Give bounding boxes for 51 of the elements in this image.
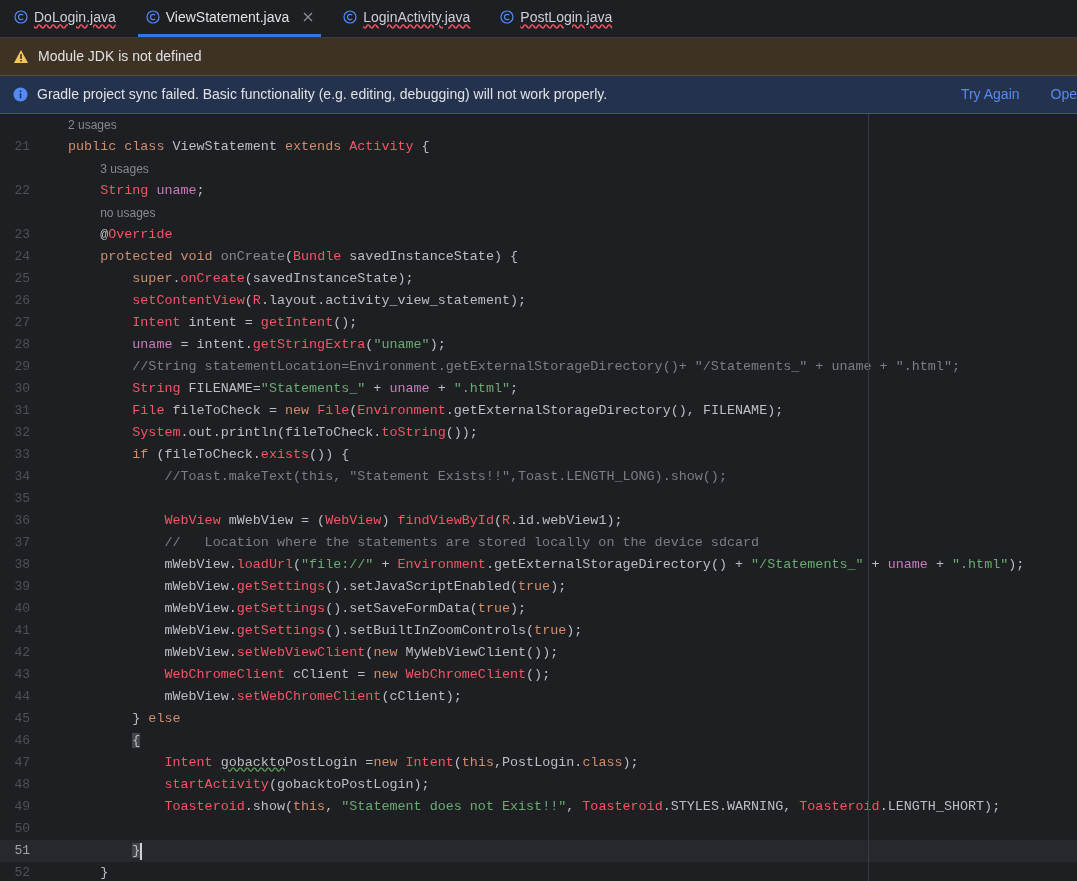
code-line: File fileToCheck = new File(Environment.getExternalStorageDirectory(), FILENAME); <box>131 401 784 420</box>
code-line: uname = intent.getStringExtra("uname"); <box>131 335 446 354</box>
code-line: setContentView(R.layout.activity_view_statement); <box>131 291 527 310</box>
class-icon <box>500 10 515 24</box>
code-line: } else <box>131 709 181 728</box>
code-line: startActivity(gobacktoPostLogin); <box>163 775 430 794</box>
code-line: String uname; <box>99 181 205 200</box>
code-line: //Toast.makeText(this, "Statement Exists!!",Toast.LENGTH_LONG).show(); <box>163 467 727 486</box>
usage-hint[interactable]: 3 usages <box>100 160 149 178</box>
code-line: mWebView.setWebChromeClient(cClient); <box>163 687 462 706</box>
editor-tab[interactable]: LoginActivity.java <box>335 0 479 37</box>
warning-icon <box>13 49 29 64</box>
code-line: mWebView.getSettings().setJavaScriptEnabled(true); <box>163 577 567 596</box>
code-line: if (fileToCheck.exists()) { <box>131 445 350 464</box>
code-line: //String statementLocation=Environment.getExternalStorageDirectory()+ "/Statements_" + uname + ".html"; <box>131 357 960 376</box>
close-icon[interactable] <box>303 12 314 22</box>
banner-message: Module JDK is not defined <box>38 47 202 66</box>
code-line: } <box>99 863 109 881</box>
class-icon <box>145 10 160 24</box>
code-line: String FILENAME="Statements_" + uname + ".html"; <box>131 379 519 398</box>
code-line: // Location where the statements are stored locally on the device sdcard <box>163 533 760 552</box>
code-line: Intent gobacktoPostLogin =new Intent(this,PostLogin.class); <box>163 753 639 772</box>
tab-label: PostLogin.java <box>520 7 613 27</box>
usage-hint[interactable]: 2 usages <box>68 116 117 134</box>
tab-label: DoLogin.java <box>34 7 116 27</box>
tab-label: LoginActivity.java <box>363 7 471 27</box>
class-icon <box>343 10 358 24</box>
editor-tab[interactable]: DoLogin.java <box>6 0 124 37</box>
editor-tab[interactable]: PostLogin.java <box>492 0 621 37</box>
usage-hint[interactable]: no usages <box>100 204 156 222</box>
code-line: public class ViewStatement extends Activity { <box>68 137 430 156</box>
code-line: mWebView.getSettings().setSaveFormData(true); <box>163 599 527 618</box>
code-line: mWebView.loadUrl("file://" + Environment.getExternalStorageDirectory() + "/Statements_" + uname + ".html"); <box>163 555 1025 574</box>
info-icon <box>13 87 28 102</box>
tab-label: ViewStatement.java <box>165 7 290 27</box>
code-line: @Override <box>99 225 173 244</box>
class-icon <box>14 10 28 24</box>
code-line: System.out.println(fileToCheck.toString()); <box>131 423 478 442</box>
banner-message: Gradle project sync failed. Basic functionality (e.g. editing, debugging) will not work properly. <box>37 85 608 104</box>
code-line: WebView mWebView = (WebView) findViewById(R.id.webView1); <box>163 511 623 530</box>
banner-link[interactable]: Ope <box>1050 84 1077 105</box>
code-line: mWebView.getSettings().setBuiltInZoomControls(true); <box>163 621 583 640</box>
banner-link[interactable]: Try Again <box>960 84 1020 105</box>
code-line: Toasteroid.show(this, "Statement does not Exist!!", Toasteroid.STYLES.WARNING, Toasteroid.LENGTH_SHORT); <box>163 797 1001 816</box>
line-number: 51 <box>13 842 30 861</box>
code-line: super.onCreate(savedInstanceState); <box>131 269 414 288</box>
code-line: mWebView.setWebViewClient(new MyWebViewClient()); <box>163 643 559 662</box>
text-cursor <box>140 842 143 860</box>
code-line: Intent intent = getIntent(); <box>131 313 358 332</box>
code-line: WebChromeClient cClient = new WebChromeClient(); <box>163 665 551 684</box>
code-line: protected void onCreate(Bundle savedInstanceState) { <box>99 247 519 266</box>
